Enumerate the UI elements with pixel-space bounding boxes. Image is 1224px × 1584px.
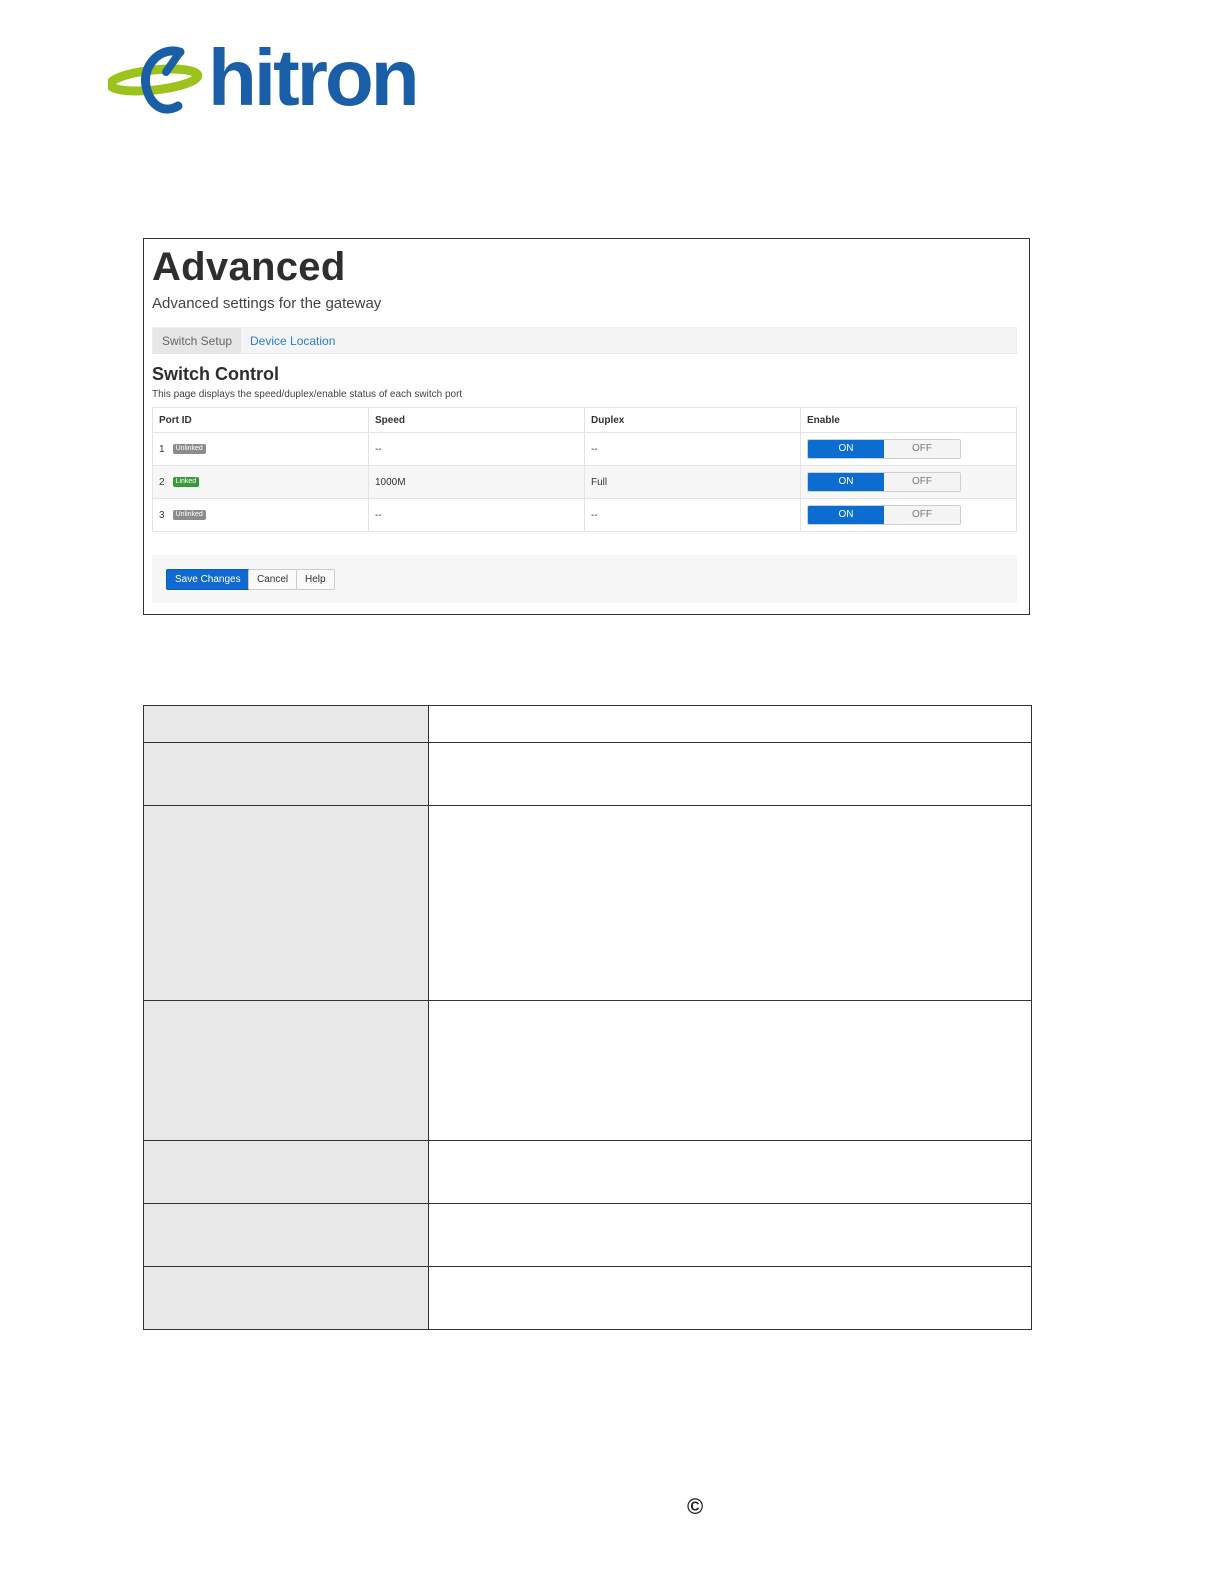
copyright-symbol: © [687,1494,704,1519]
switch-port-table: Port ID Speed Duplex Enable 1 Unlinked --… [152,407,1017,532]
table-cell [143,705,429,743]
speed-cell: -- [368,432,585,466]
advanced-settings-screenshot: Advanced Advanced settings for the gatew… [143,238,1030,615]
enable-toggle[interactable]: ON OFF [807,439,961,459]
tab-bar: Switch Setup Device Location [152,327,1017,354]
status-badge: Unlinked [172,443,206,454]
table-cell [143,1203,429,1267]
table-row [143,1140,1032,1204]
speed-cell: -- [368,498,585,532]
table-row [143,742,1032,806]
page-subtitle: Advanced settings for the gateway [152,295,382,312]
table-cell [143,805,429,1001]
tab-switch-setup[interactable]: Switch Setup [153,328,242,354]
table-row: 1 Unlinked -- -- ON OFF [152,432,1017,466]
table-cell [143,742,429,806]
table-cell [143,1000,429,1141]
section-title: Switch Control [152,364,279,384]
port-id: 1 [159,443,165,455]
field-description-table [143,705,1032,1330]
button-bar: Save Changes Cancel Help [152,555,1017,603]
help-button[interactable]: Help [296,569,335,590]
table-row [143,1266,1032,1330]
toggle-on[interactable]: ON [808,440,884,458]
port-id: 2 [159,476,165,488]
table-cell [428,805,1032,1001]
column-header-enable: Enable [800,407,1017,433]
table-row [143,1000,1032,1141]
port-id: 3 [159,509,165,521]
table-row [143,705,1032,743]
swoosh-logo-icon [108,46,203,114]
section-description: This page displays the speed/duplex/enab… [152,389,463,400]
column-header-port-id: Port ID [152,407,369,433]
toggle-on[interactable]: ON [808,506,884,524]
table-row: 3 Unlinked -- -- ON OFF [152,498,1017,532]
status-badge: Unlinked [172,509,206,520]
table-cell [428,1203,1032,1267]
duplex-cell: -- [584,498,801,532]
tab-device-location[interactable]: Device Location [241,328,344,354]
duplex-cell: Full [584,465,801,499]
toggle-off[interactable]: OFF [884,473,960,491]
table-row [143,805,1032,1001]
table-cell [428,742,1032,806]
toggle-off[interactable]: OFF [884,506,960,524]
page-title: Advanced [152,245,346,289]
table-row [143,1203,1032,1267]
enable-toggle[interactable]: ON OFF [807,505,961,525]
enable-toggle[interactable]: ON OFF [807,472,961,492]
duplex-cell: -- [584,432,801,466]
cancel-button[interactable]: Cancel [248,569,298,590]
toggle-on[interactable]: ON [808,473,884,491]
table-cell [143,1140,429,1204]
table-cell [428,1140,1032,1204]
logo-wordmark: hitron [208,33,420,122]
table-cell [428,1266,1032,1330]
status-badge: Linked [172,476,200,487]
column-header-speed: Speed [368,407,585,433]
speed-cell: 1000M [368,465,585,499]
table-row: 2 Linked 1000M Full ON OFF [152,465,1017,499]
table-cell [428,705,1032,743]
table-cell [428,1000,1032,1141]
hitron-logo: hitron [108,38,428,124]
column-header-duplex: Duplex [584,407,801,433]
table-cell [143,1266,429,1330]
toggle-off[interactable]: OFF [884,440,960,458]
save-changes-button[interactable]: Save Changes [166,569,250,590]
